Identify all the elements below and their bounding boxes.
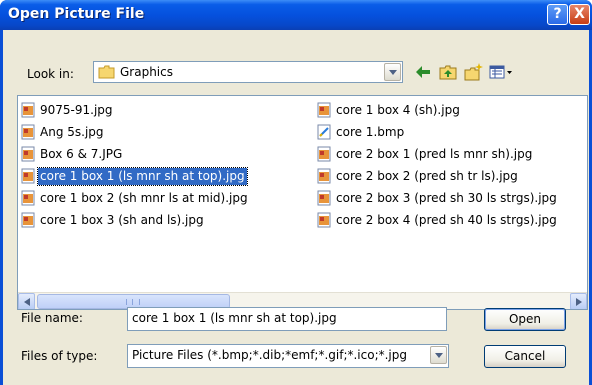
jpg-file-icon [316, 102, 332, 118]
files-of-type-dropdown-button[interactable] [430, 346, 447, 364]
look-in-label: Look in: [27, 67, 74, 81]
scroll-grip-icon [126, 299, 140, 305]
jpg-file-icon [20, 190, 36, 206]
window-title: Open Picture File [8, 6, 145, 22]
view-menu-icon[interactable] [488, 62, 514, 82]
back-icon[interactable] [413, 62, 433, 82]
look-in-value: Graphics [120, 65, 173, 79]
file-item-name: Box 6 & 7.JPG [40, 147, 123, 161]
dialog-body: Look in: Graphics 9075-91.jpg Ang 5s.jpg B… [3, 30, 589, 385]
files-of-type-dropdown[interactable]: Picture Files (*.bmp;*.dib;*emf;*.gif;*.… [127, 344, 449, 368]
file-item-name: core 1 box 4 (sh).jpg [336, 103, 460, 117]
new-folder-icon[interactable] [463, 62, 483, 82]
file-item-name: core 1 box 3 (sh and ls).jpg [40, 213, 204, 227]
look-in-dropdown-button[interactable] [384, 63, 401, 81]
scroll-right-button[interactable] [570, 293, 587, 309]
folder-icon [98, 65, 116, 82]
jpg-file-icon [316, 168, 332, 184]
title-bar[interactable]: Open Picture File ? X [0, 0, 592, 30]
file-item-name: core 1 box 2 (sh mnr ls at mid).jpg [40, 191, 248, 205]
file-item-name: Ang 5s.jpg [40, 125, 104, 139]
file-item-name: core 2 box 4 (pred sh 40 ls strgs).jpg [336, 213, 557, 227]
help-button[interactable]: ? [547, 4, 568, 25]
file-item-name: core 2 box 2 (pred sh tr ls).jpg [336, 169, 518, 183]
jpg-file-icon [316, 212, 332, 228]
look-in-dropdown[interactable]: Graphics [93, 61, 403, 83]
file-item-name: 9075-91.jpg [40, 103, 113, 117]
close-button[interactable]: X [569, 4, 590, 25]
file-item-name: core 1.bmp [336, 125, 405, 139]
cancel-button[interactable]: Cancel [484, 345, 566, 368]
jpg-file-icon [20, 168, 36, 184]
files-of-type-label: Files of type: [21, 349, 98, 363]
jpg-file-icon [316, 190, 332, 206]
bmp-file-icon [316, 124, 332, 140]
file-name-input[interactable]: core 1 box 1 (ls mnr sh at top).jpg [127, 307, 447, 331]
open-picture-file-dialog: Open Picture File ? X Look in: Graphics [0, 0, 592, 385]
file-item-name: core 1 box 1 (ls mnr sh at top).jpg [37, 167, 248, 186]
file-list[interactable]: 9075-91.jpg Ang 5s.jpg Box 6 & 7.JPG core 1… [17, 95, 588, 310]
file-item-name: core 2 box 1 (pred ls mnr sh).jpg [336, 147, 533, 161]
jpg-file-icon [20, 102, 36, 118]
open-button[interactable]: Open [484, 308, 566, 331]
jpg-file-icon [20, 124, 36, 140]
scroll-left-button[interactable] [18, 293, 35, 309]
jpg-file-icon [316, 146, 332, 162]
file-item-name: core 2 box 3 (pred sh 30 ls strgs).jpg [336, 191, 557, 205]
files-of-type-value: Picture Files (*.bmp;*.dib;*emf;*.gif;*.… [132, 348, 408, 362]
jpg-file-icon [20, 146, 36, 162]
file-name-label: File name: [21, 311, 83, 325]
up-folder-icon[interactable] [438, 62, 458, 82]
jpg-file-icon [20, 212, 36, 228]
